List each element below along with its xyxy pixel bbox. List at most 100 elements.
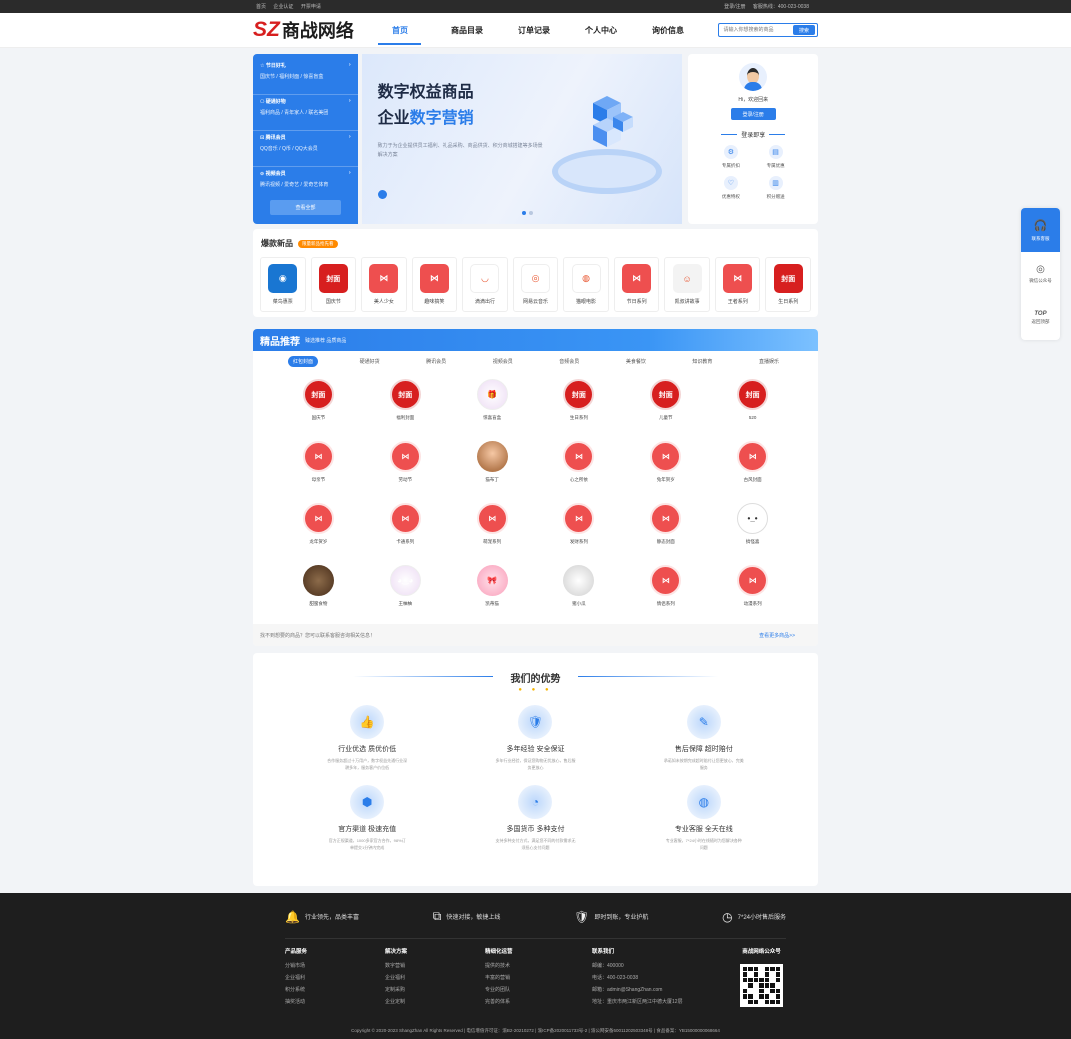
list-item[interactable]: ⋈ 古风封面	[709, 441, 796, 483]
perk-item[interactable]: ⚙ 专属折扣	[708, 145, 753, 169]
product-label: 网易云音乐	[523, 299, 549, 305]
footer-link[interactable]: 分销市场	[285, 962, 385, 969]
nav-inquiry[interactable]: 询价信息	[634, 13, 701, 47]
hot-product-item[interactable]: ◡ 滴滴出行	[462, 257, 508, 312]
category-title-text: 节日好礼	[265, 63, 286, 69]
list-item[interactable]: ⋈ 发财系列	[536, 503, 623, 545]
list-item[interactable]: 封面 福利封面	[362, 379, 449, 421]
qr-cell	[743, 977, 748, 983]
search-button[interactable]: 搜索	[793, 25, 815, 35]
footer-link[interactable]: 数字营销	[385, 962, 485, 969]
perk-item[interactable]: ▥ 积分赠送	[753, 176, 798, 200]
list-item[interactable]: ⋈ 卡通系列	[362, 503, 449, 545]
footer-link[interactable]: 专业的团队	[485, 986, 592, 993]
product-icon: ◡	[470, 264, 500, 293]
list-item[interactable]: ⋈ 动漫系列	[709, 565, 796, 607]
qr-cell	[775, 967, 780, 972]
hot-product-item[interactable]: ⋈ 美人少女	[361, 257, 407, 312]
list-item[interactable]: ⋈ 母亲节	[275, 441, 362, 483]
top-link-verify[interactable]: 企业认证	[273, 4, 293, 10]
category-item[interactable]: ⊙ 视频会员 › 腾讯视频 / 爱奇艺 / 爱奇艺体育	[253, 167, 358, 203]
list-item[interactable]: ⋈ 静态封面	[622, 503, 709, 545]
hot-product-item[interactable]: ◎ 网易云音乐	[512, 257, 559, 312]
footer-link[interactable]: 企业福利	[285, 974, 385, 981]
hero-banner[interactable]: 数字权益商品 企业数字营销 致力于为企业提供员工福利、礼品采购、商品供货、积分商…	[361, 54, 683, 224]
top-login-link[interactable]: 登录/注册	[724, 4, 745, 10]
perk-item[interactable]: ♡ 优惠特权	[708, 176, 753, 200]
side-toolbar: 🎧 联系客服 ◎ 微信公众号 TOP 返回顶部	[1021, 208, 1060, 340]
list-item[interactable]: 封面 520	[709, 379, 796, 421]
tab-8[interactable]: 直播娱乐	[754, 356, 784, 367]
list-item[interactable]: 🎁 惊喜盲盒	[449, 379, 536, 421]
footer-email[interactable]: 邮箱：admin@ShangZhan.com	[592, 986, 737, 993]
list-item[interactable]: 封面 生日系列	[536, 379, 623, 421]
hot-product-item[interactable]: ◍ 猫眼电影	[563, 257, 609, 312]
category-item[interactable]: ⎔ 硬通好物 › 福利商品 / 青年家人 / 联名美团	[253, 95, 358, 131]
list-item[interactable]: ⋈ 兔年贺岁	[622, 441, 709, 483]
tab-4[interactable]: 视频会员	[488, 356, 518, 367]
perk-item[interactable]: ▤ 专属优惠	[753, 145, 798, 169]
list-item[interactable]: 甜蜜食物	[275, 565, 362, 607]
search-input[interactable]	[719, 24, 793, 36]
list-item[interactable]: 封面 国庆节	[275, 379, 362, 421]
tab-3[interactable]: 腾讯会员	[421, 356, 451, 367]
top-link-home[interactable]: 首页	[256, 4, 266, 10]
hot-product-item[interactable]: ⋈ 王者系列	[714, 257, 761, 312]
pagination-dot[interactable]	[521, 211, 526, 215]
view-all-categories-button[interactable]: 查看全部	[270, 200, 341, 215]
wechat-icon: ◎	[1036, 264, 1045, 275]
list-item[interactable]: ⋈ 情侣系列	[622, 565, 709, 607]
back-to-top-button[interactable]: TOP 返回顶部	[1021, 296, 1060, 340]
view-more-link[interactable]: 查看更多商品>>	[759, 632, 795, 639]
list-item[interactable]: 猫布丁	[449, 441, 536, 483]
site-logo[interactable]: SZ 商战网络	[253, 17, 366, 43]
list-item[interactable]: ⋈ 心之所依	[536, 441, 623, 483]
top-link-invoice[interactable]: 开票申请	[301, 4, 321, 10]
nav-catalog[interactable]: 商品目录	[433, 13, 500, 47]
category-item[interactable]: ⊡ 腾讯会员 › QQ音乐 / Q币 / QQ大会员	[253, 131, 358, 167]
hot-product-item[interactable]: ☺ 凯叔讲故事	[664, 257, 710, 312]
footer-link[interactable]: 定制采购	[385, 986, 485, 993]
wechat-button[interactable]: ◎ 微信公众号	[1021, 252, 1060, 296]
footer-link[interactable]: 完善的体系	[485, 998, 592, 1005]
tab-5[interactable]: 音频会员	[554, 356, 584, 367]
hot-product-item[interactable]: ◉ 菜鸟惠票	[260, 257, 306, 312]
list-item[interactable]: •_• 搞怪喜	[709, 503, 796, 545]
footer-link[interactable]: 积分系统	[285, 986, 385, 993]
footer-link[interactable]: 丰富的营销	[485, 974, 592, 981]
login-button[interactable]: 登录/注册	[730, 108, 776, 120]
perk-label: 专属折扣	[721, 163, 740, 168]
tab-1[interactable]: 红包封面	[288, 356, 319, 367]
product-label: 儿童节	[658, 415, 673, 420]
category-item[interactable]: ☆ 节日好礼 › 国庆节 / 福利封面 / 惊喜盲盒	[253, 59, 358, 95]
footer-link[interactable]: 抽奖活动	[285, 998, 385, 1005]
tab-7[interactable]: 知识教育	[687, 356, 717, 367]
nav-profile[interactable]: 个人中心	[567, 13, 634, 47]
hot-tag-badge: 限量新品抢先看	[298, 239, 338, 248]
footer-link[interactable]: 企业福利	[385, 974, 485, 981]
tab-2[interactable]: 硬通好货	[355, 356, 385, 367]
customer-service-button[interactable]: 🎧 联系客服	[1021, 208, 1060, 252]
hot-product-item[interactable]: ⋈ 节日系列	[613, 257, 660, 312]
qr-cell	[748, 972, 753, 977]
list-item[interactable]: 封面 儿童节	[622, 379, 709, 421]
list-item[interactable]: ⋈ 劳动节	[362, 441, 449, 483]
qr-cell	[764, 967, 770, 972]
advantage-item: 🛡 多年经验 安全保证 多年行业经验，保证您购物无忧放心，售后服务更放心	[451, 705, 619, 771]
footer-link[interactable]: 企业定制	[385, 998, 485, 1005]
banner-title-2b: 数字营销	[409, 110, 474, 127]
list-item[interactable]: 猪小瓜	[536, 565, 623, 607]
hot-product-item[interactable]: ⋈ 趣味搞笑	[411, 257, 458, 312]
hot-product-item[interactable]: 封面 生日系列	[765, 257, 812, 312]
list-item[interactable]: ⋈ 龙年贺岁	[275, 503, 362, 545]
list-item[interactable]: ⋈ 萌宠系列	[449, 503, 536, 545]
list-item[interactable]: ◕‿◕ 王柚柚	[362, 565, 449, 607]
pagination-dot[interactable]	[528, 211, 533, 215]
hot-product-item[interactable]: 封面 国庆节	[310, 257, 357, 312]
nav-orders[interactable]: 订单记录	[500, 13, 567, 47]
list-item[interactable]: 🎀 凯蒂猫	[449, 565, 536, 607]
nav-home[interactable]: 首页	[366, 13, 433, 47]
tab-6[interactable]: 美食餐饮	[621, 356, 651, 367]
footer-link[interactable]: 提供的技术	[485, 962, 592, 969]
advantage-item: ◔ 多国货币 多种支付 支持多种支付方式，满足您不同的付款需求无须担心支付问题	[451, 785, 619, 851]
